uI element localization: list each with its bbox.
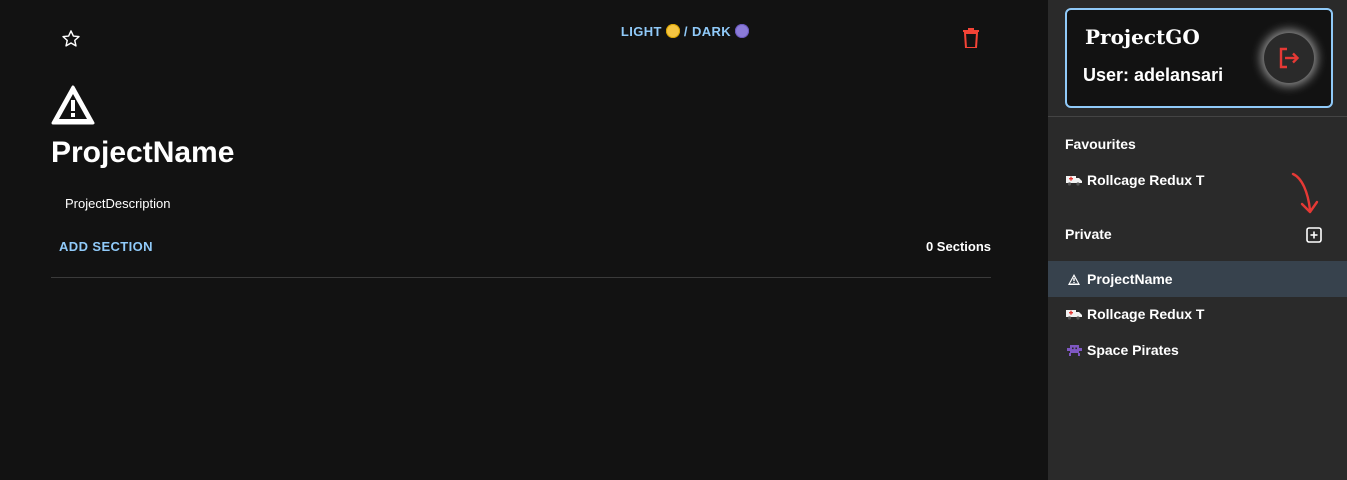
ambulance-icon — [1065, 308, 1083, 320]
theme-toggle-button[interactable]: LIGHT / DARK — [560, 24, 810, 39]
arrow-annotation-icon — [1291, 172, 1319, 214]
delete-project-button[interactable] — [955, 22, 987, 54]
add-section-button[interactable]: ADD SECTION — [59, 239, 153, 254]
project-title[interactable]: ProjectName — [51, 136, 234, 170]
sidebar: ProjectGO User: adelansari Favourites Ro… — [1048, 0, 1347, 480]
private-item-label: ProjectName — [1087, 271, 1173, 287]
favourite-item-label: Rollcage Redux T — [1087, 172, 1205, 188]
star-outline-icon — [62, 30, 80, 47]
logout-button[interactable] — [1264, 33, 1314, 83]
private-item-label: Space Pirates — [1087, 342, 1179, 358]
favourites-heading: Favourites — [1065, 136, 1136, 152]
sections-count: 0 Sections — [925, 239, 991, 254]
private-item-rollcage[interactable]: Rollcage Redux T — [1048, 296, 1347, 332]
add-private-project-button[interactable] — [1305, 226, 1323, 244]
moon-icon — [735, 24, 750, 38]
private-item-space-pirates[interactable]: Space Pirates — [1048, 332, 1347, 368]
sidebar-divider — [1048, 116, 1347, 117]
theme-separator: / — [683, 24, 688, 39]
favourite-star-button[interactable] — [56, 24, 86, 54]
private-item-label: Rollcage Redux T — [1087, 306, 1205, 322]
private-item-projectname[interactable]: ProjectName — [1048, 261, 1347, 297]
logout-icon — [1279, 47, 1300, 69]
warning-icon — [51, 85, 95, 125]
app-name: ProjectGO — [1085, 25, 1200, 49]
plus-square-icon — [1306, 227, 1322, 243]
warning-icon — [1065, 273, 1083, 286]
ambulance-icon — [1065, 174, 1083, 186]
profile-card: ProjectGO User: adelansari — [1065, 8, 1333, 108]
dark-label: DARK — [691, 24, 732, 39]
user-label: User: adelansari — [1083, 65, 1224, 85]
sun-icon — [665, 24, 680, 38]
alien-monster-icon — [1065, 344, 1083, 356]
private-heading: Private — [1065, 226, 1112, 242]
light-label: LIGHT — [620, 24, 662, 39]
project-description[interactable]: ProjectDescription — [65, 196, 171, 211]
main-content: LIGHT / DARK ProjectName ProjectDescript… — [0, 0, 1048, 480]
divider — [51, 277, 991, 278]
trash-icon — [963, 28, 979, 48]
